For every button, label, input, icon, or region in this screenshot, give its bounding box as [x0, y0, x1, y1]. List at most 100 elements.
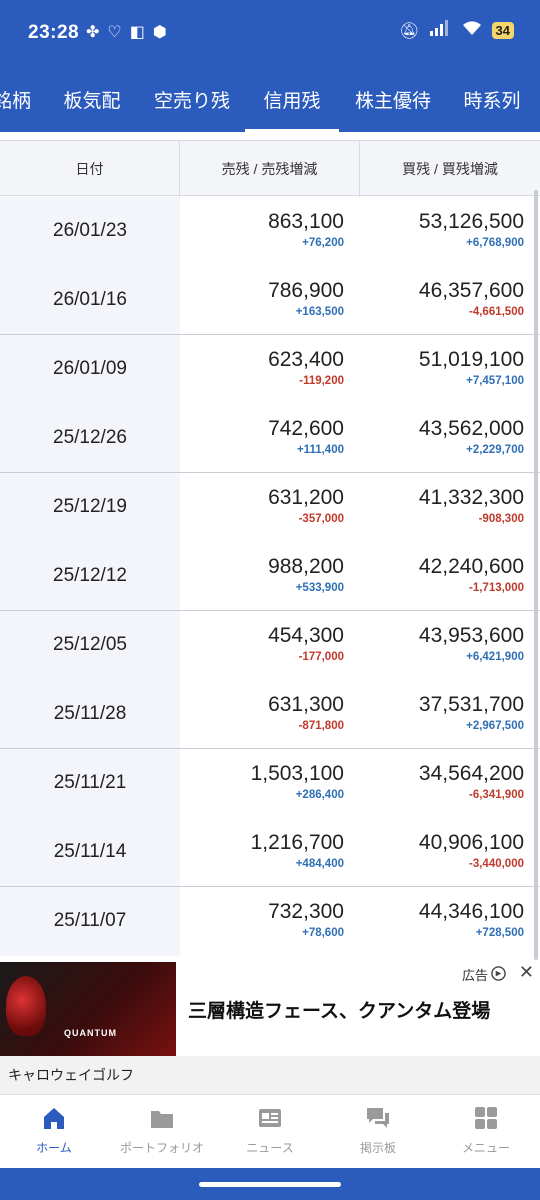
- ad-label-text: 広告: [461, 968, 488, 983]
- row-buy-delta: +2,229,700: [466, 443, 524, 456]
- row-sell-delta: -357,000: [298, 513, 344, 525]
- table-row: 25/12/12 988,200 +533,900 42,240,600 -1,713,…: [0, 541, 540, 611]
- mute-icon: 🔕︎: [399, 22, 420, 40]
- nav-portfolio[interactable]: ポートフォリオ: [108, 1105, 216, 1165]
- row-sell-cell: 1,216,700 +484,400: [180, 818, 360, 887]
- table-row: 25/12/26 742,600 +111,400 43,562,000 +2,229,…: [0, 403, 540, 473]
- row-date: 25/11/21: [0, 749, 180, 818]
- row-sell-cell: 863,100 +76,200: [180, 197, 360, 266]
- row-sell-value: 786,900: [268, 278, 344, 302]
- ad-headline[interactable]: 三層構造フェース、クアンタム登場: [188, 996, 490, 1023]
- nav-home-label: ホーム: [36, 1141, 72, 1155]
- row-buy-delta: +728,500: [475, 927, 524, 939]
- row-sell-delta: -177,000: [298, 651, 344, 663]
- row-buy-cell: 42,240,600 -1,713,000: [360, 542, 540, 611]
- row-sell-cell: 732,300 +78,600: [180, 887, 360, 956]
- row-buy-value: 46,357,600: [418, 278, 524, 302]
- status-time: 23:28: [28, 22, 80, 43]
- row-sell-value: 988,200: [268, 554, 344, 578]
- row-buy-delta: -6,341,900: [469, 789, 524, 801]
- ad-image[interactable]: QUANTUM: [0, 962, 176, 1056]
- table-row: 26/01/09 623,400 -119,200 51,019,100 +7,457,…: [0, 335, 540, 404]
- row-sell-cell: 742,600 +111,400: [180, 404, 360, 473]
- row-buy-delta: -3,440,000: [469, 857, 524, 870]
- status-bar: 23:28 ✤ ♡ ◧ ⬢ 🔕︎ 34: [0, 0, 540, 66]
- news-icon: [257, 1105, 283, 1131]
- row-sell-value: 623,400: [268, 348, 344, 371]
- nav-board-label: 掲示板: [359, 1141, 396, 1155]
- golf-club-image: [6, 976, 46, 1036]
- scrollbar[interactable]: [534, 190, 538, 960]
- row-sell-cell: 988,200 +533,900: [180, 542, 360, 611]
- tab-margin[interactable]: 信用残: [245, 66, 339, 132]
- row-buy-value: 53,126,500: [418, 210, 524, 233]
- nav-menu[interactable]: メニュー: [432, 1105, 540, 1165]
- tab-benefits[interactable]: 株主優待: [348, 66, 438, 132]
- row-sell-delta: +163,500: [295, 305, 344, 318]
- app-icon: ◧: [129, 24, 145, 41]
- row-sell-delta: -871,800: [298, 719, 344, 732]
- row-buy-cell: 43,562,000 +2,229,700: [360, 404, 540, 473]
- heart-icon: ♡: [107, 24, 122, 41]
- row-sell-value: 732,300: [268, 900, 344, 923]
- row-buy-value: 42,240,600: [418, 554, 524, 578]
- row-buy-value: 44,346,100: [418, 900, 524, 923]
- row-date: 25/12/26: [0, 403, 180, 472]
- row-buy-value: 41,332,300: [418, 486, 524, 509]
- home-icon: [41, 1105, 67, 1131]
- margin-table: 日付 売残 / 売残増減 買残 / 買残増減 26/01/23 863,100 +7…: [0, 140, 540, 962]
- ad-label[interactable]: 広告: [462, 965, 506, 984]
- ad-banner[interactable]: QUANTUM 広告 ✕ 三層構造フェース、クアンタム登場: [0, 962, 540, 1056]
- nav-news[interactable]: ニュース: [216, 1105, 324, 1165]
- row-buy-delta: -908,300: [478, 513, 524, 525]
- tab-bar: 銘柄 板気配 空売り残 信用残 株主優待 時系列: [0, 66, 540, 132]
- row-date: 26/01/16: [0, 265, 180, 334]
- nav-home[interactable]: ホーム: [0, 1105, 108, 1165]
- close-icon[interactable]: ✕: [519, 962, 534, 983]
- row-buy-delta: +7,457,100: [466, 375, 524, 387]
- tab-board[interactable]: 板気配: [52, 66, 132, 132]
- row-date: 25/11/14: [0, 817, 180, 886]
- table-row: 25/12/05 454,300 -177,000 43,953,600 +6,421,…: [0, 611, 540, 680]
- row-sell-cell: 631,200 -357,000: [180, 473, 360, 542]
- row-sell-delta: +533,900: [295, 581, 344, 594]
- table-row: 25/11/07 732,300 +78,600 44,346,100 +728,500: [0, 887, 540, 956]
- table-body: 26/01/23 863,100 +76,200 53,126,500 +6,768,9…: [0, 197, 540, 956]
- tab-timeseries[interactable]: 時系列: [456, 66, 528, 132]
- row-sell-cell: 454,300 -177,000: [180, 611, 360, 680]
- row-sell-cell: 631,300 -871,800: [180, 680, 360, 749]
- row-sell-delta: +111,400: [296, 443, 344, 456]
- row-sell-delta: -119,200: [299, 375, 344, 387]
- row-date: 25/11/28: [0, 679, 180, 748]
- pinwheel-icon: ✤: [86, 24, 100, 41]
- row-buy-delta: +2,967,500: [466, 719, 524, 732]
- nav-menu-label: メニュー: [461, 1141, 510, 1155]
- row-date: 25/12/12: [0, 541, 180, 610]
- tab-short-sell[interactable]: 空売り残: [146, 66, 238, 132]
- status-notification-icons: ✤ ♡ ◧ ⬢: [86, 22, 167, 42]
- table-row: 25/11/28 631,300 -871,800 37,531,700 +2,967,…: [0, 679, 540, 749]
- row-buy-delta: -4,661,500: [469, 305, 524, 318]
- row-sell-value: 631,300: [268, 692, 344, 716]
- table-row: 25/11/21 1,503,100 +286,400 34,564,200 -6,34…: [0, 749, 540, 818]
- row-buy-cell: 46,357,600 -4,661,500: [360, 266, 540, 335]
- row-buy-value: 37,531,700: [418, 692, 524, 716]
- table-row: 26/01/16 786,900 +163,500 46,357,600 -4,661,…: [0, 265, 540, 335]
- ad-sponsor[interactable]: キャロウェイゴルフ: [0, 1056, 540, 1094]
- row-buy-delta: +6,768,900: [466, 237, 524, 249]
- row-sell-delta: +484,400: [295, 857, 344, 870]
- row-date: 25/12/05: [0, 611, 180, 680]
- table-header: 日付 売残 / 売残増減 買残 / 買残増減: [0, 140, 540, 197]
- row-sell-value: 863,100: [268, 210, 344, 233]
- row-buy-value: 34,564,200: [418, 762, 524, 785]
- grid-icon: [473, 1105, 499, 1131]
- row-sell-value: 454,300: [268, 624, 344, 647]
- row-buy-cell: 53,126,500 +6,768,900: [360, 197, 540, 266]
- nav-board[interactable]: 掲示板: [324, 1105, 432, 1165]
- home-indicator[interactable]: [199, 1182, 341, 1187]
- row-buy-value: 43,953,600: [418, 624, 524, 647]
- tab-stock[interactable]: 銘柄: [0, 66, 38, 132]
- row-buy-value: 51,019,100: [418, 348, 524, 371]
- ad-info-icon[interactable]: [491, 965, 506, 984]
- row-sell-value: 1,216,700: [250, 830, 344, 854]
